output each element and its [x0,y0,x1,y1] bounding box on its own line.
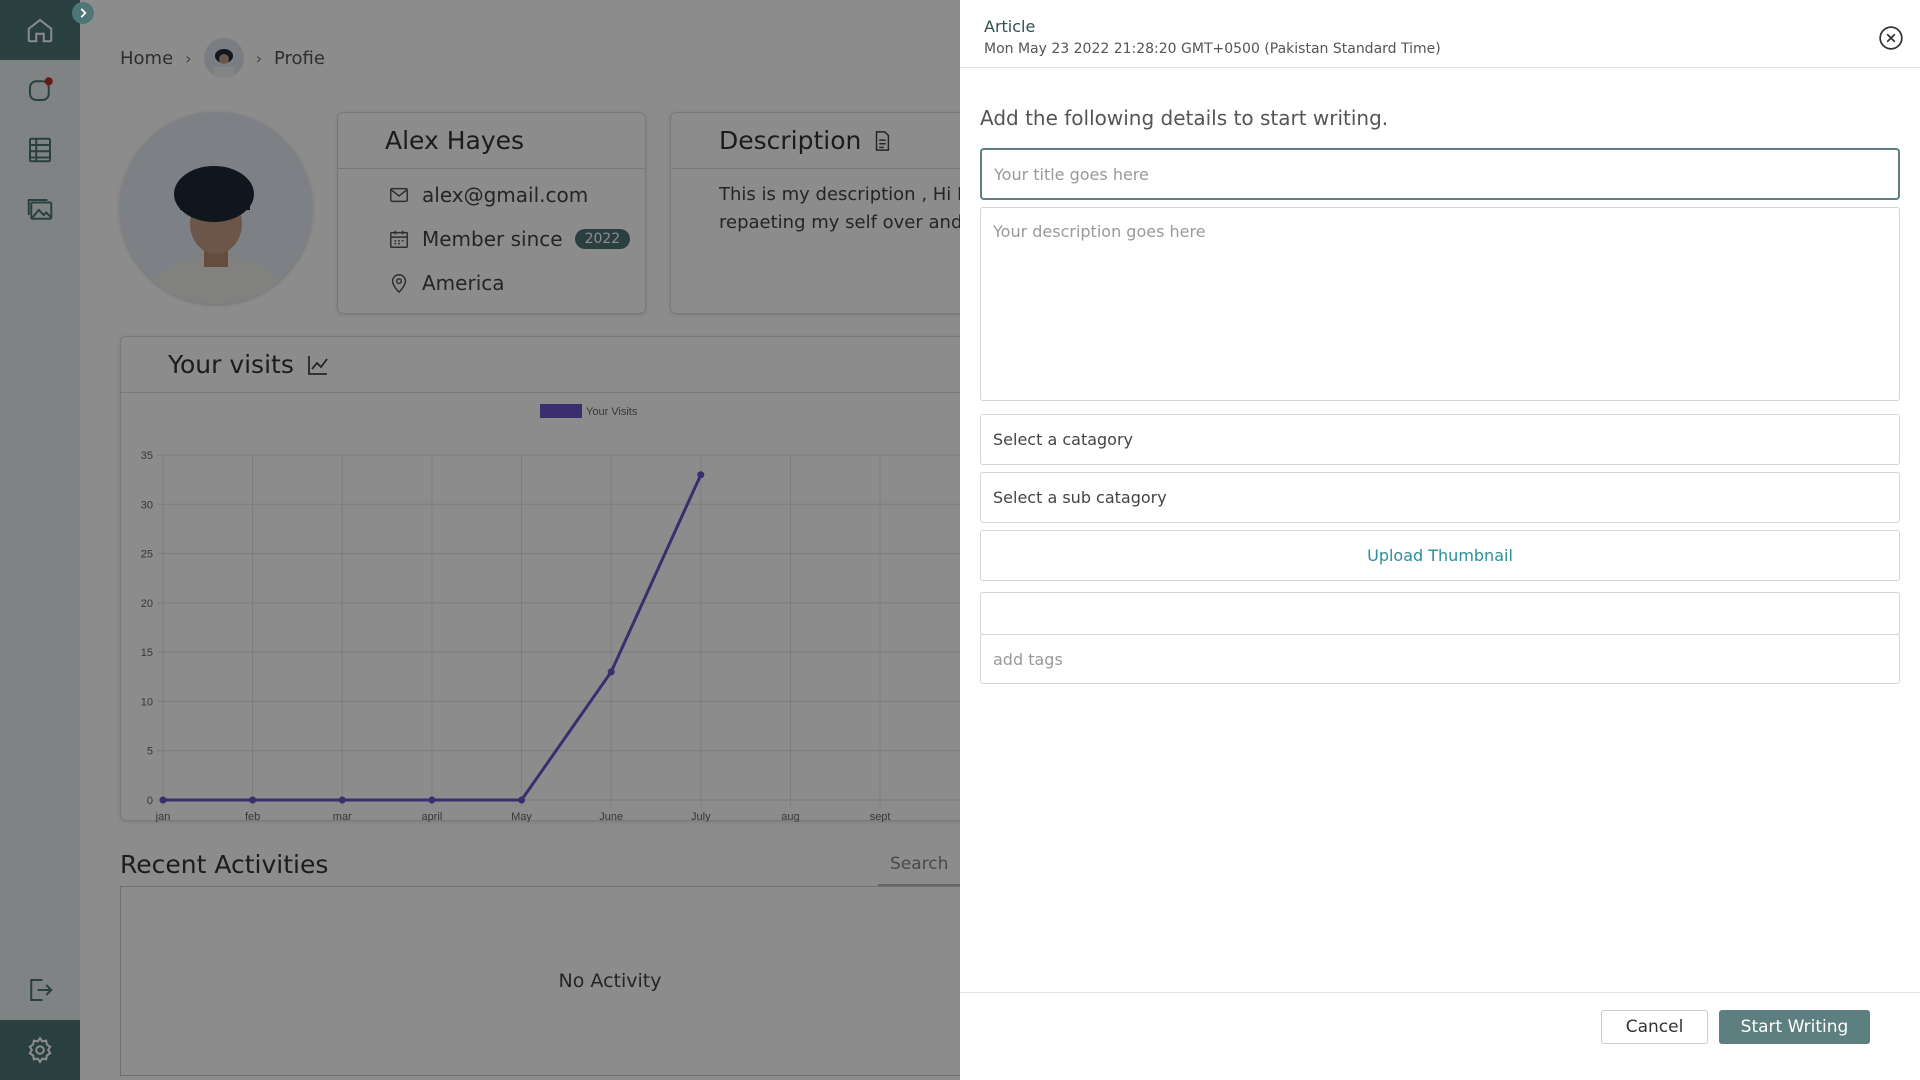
close-icon[interactable] [1878,25,1904,51]
drawer-footer-divider [960,992,1920,993]
category-select[interactable]: Select a catagory [980,414,1900,465]
drawer-timestamp: Mon May 23 2022 21:28:20 GMT+0500 (Pakis… [984,41,1441,57]
start-writing-button[interactable]: Start Writing [1719,1010,1870,1044]
tags-list [980,592,1900,635]
title-input[interactable] [980,148,1900,200]
category-select-value: Select a catagory [993,430,1134,449]
description-input[interactable] [980,207,1900,401]
chevron-right-icon [80,8,87,18]
subcategory-select-value: Select a sub catagory [993,488,1167,507]
upload-thumbnail-label: Upload Thumbnail [1367,546,1513,565]
cancel-button[interactable]: Cancel [1601,1010,1708,1044]
article-drawer: Article Mon May 23 2022 21:28:20 GMT+050… [960,0,1920,1080]
drawer-title: Article [984,17,1036,36]
modal-backdrop[interactable] [0,0,960,1080]
tags-input[interactable] [980,634,1900,684]
drawer-header: Article Mon May 23 2022 21:28:20 GMT+050… [960,0,1920,68]
drawer-intro: Add the following details to start writi… [980,106,1389,130]
subcategory-select[interactable]: Select a sub catagory [980,472,1900,523]
upload-thumbnail-button[interactable]: Upload Thumbnail [980,530,1900,581]
sidebar-toggle-button[interactable] [72,2,94,24]
